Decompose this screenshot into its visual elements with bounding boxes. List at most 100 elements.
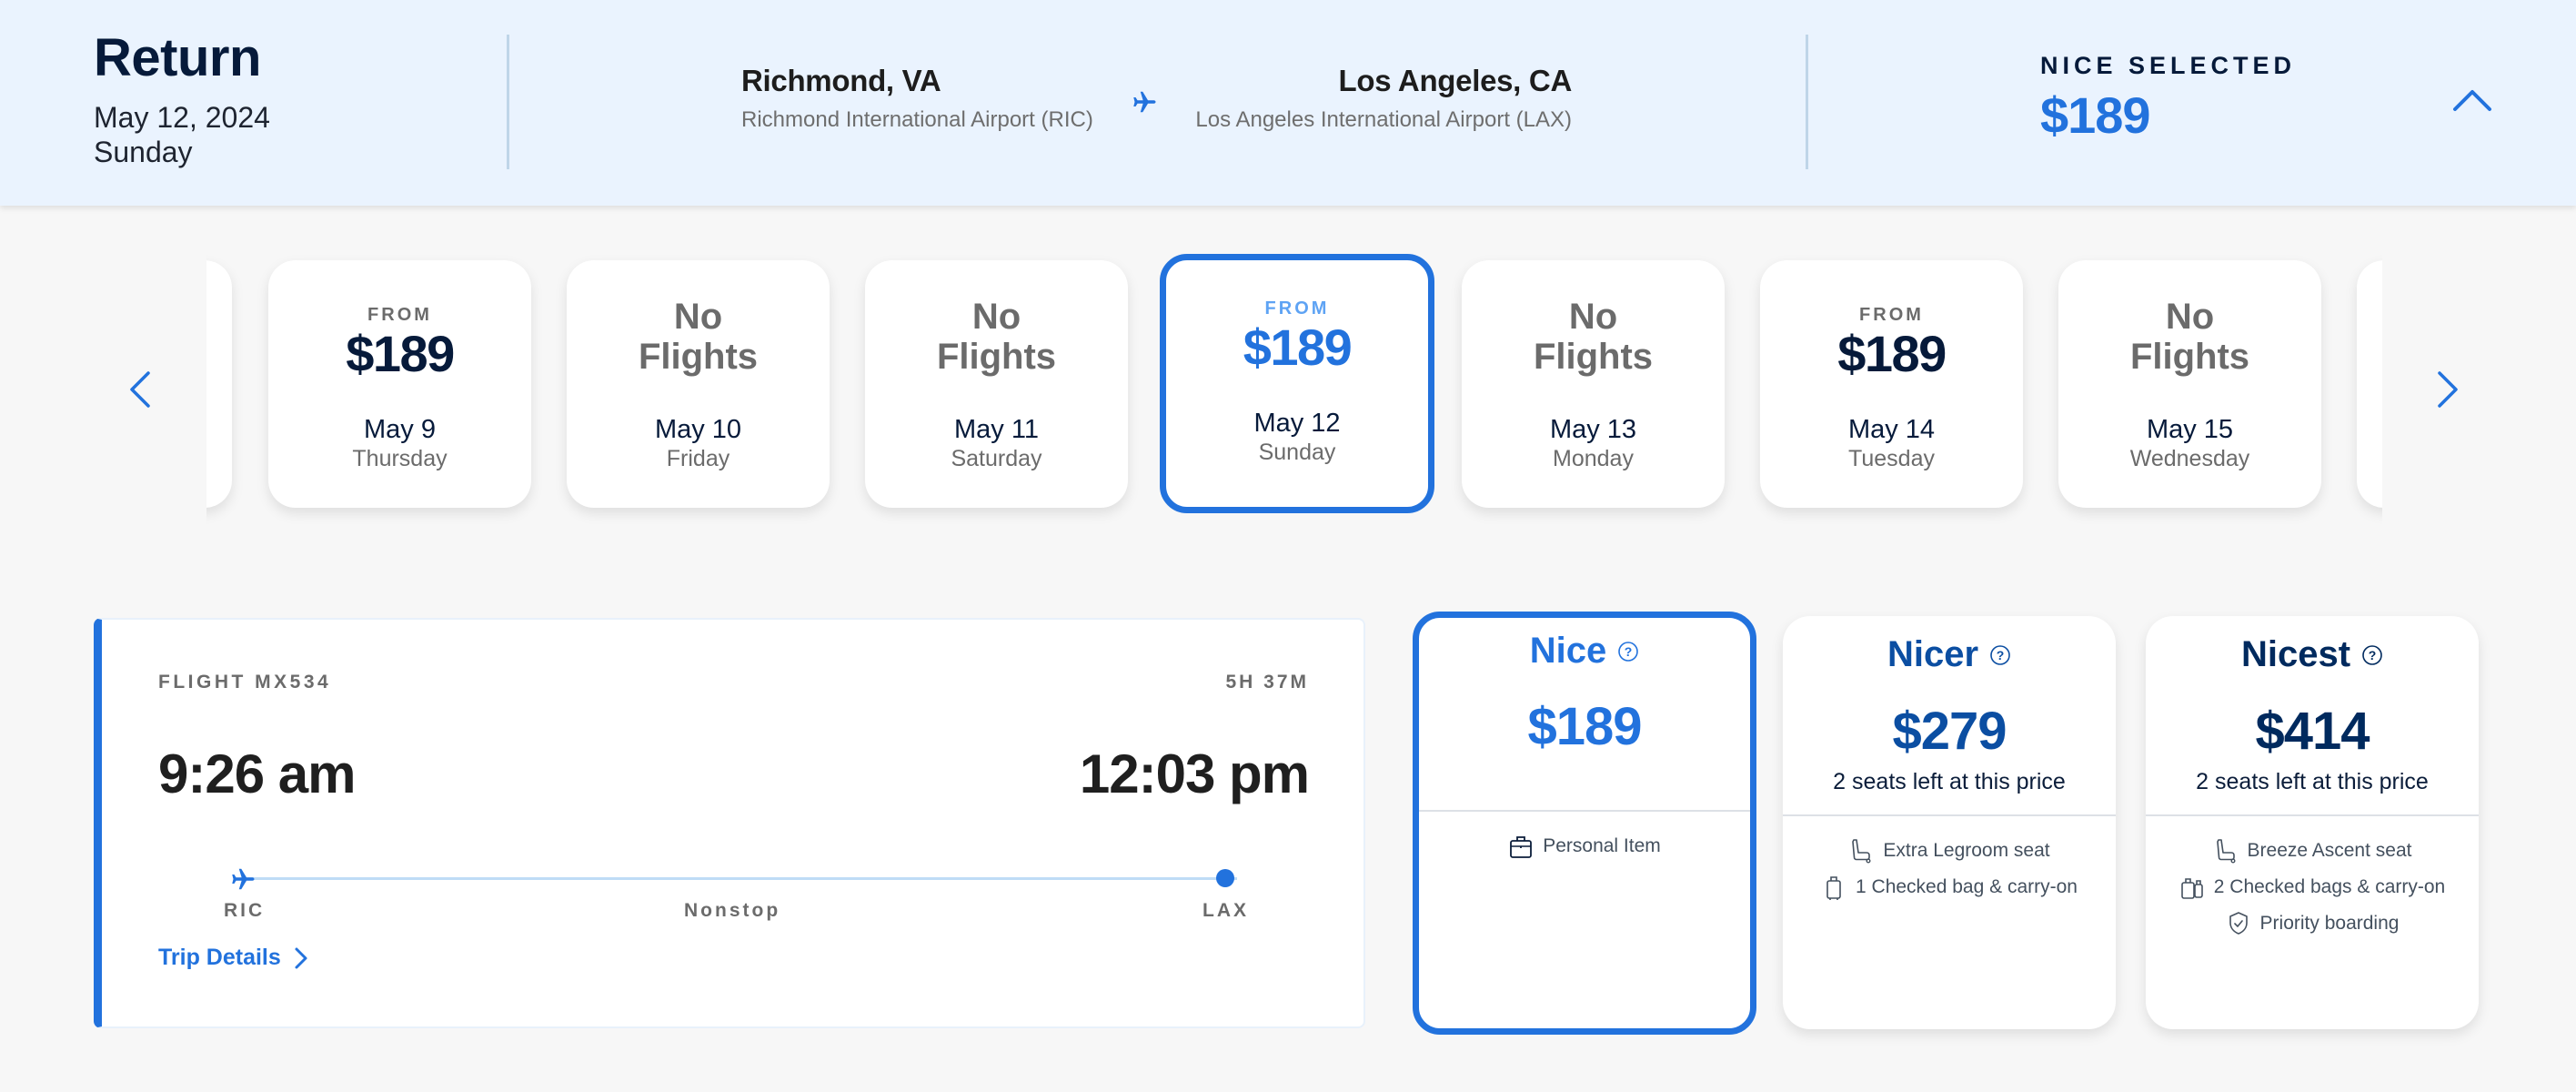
plane-icon [232,868,255,890]
fare-price: $279 [1892,702,2007,761]
day-card-partial[interactable] [2357,260,2382,508]
fare-feature: 2 Checked bags & carry-on [2146,869,2479,905]
header-divider [507,35,509,169]
day-price: $189 [1837,325,1947,382]
departure-time: 9:26 am [158,743,356,804]
fare-feature-label: 1 Checked bag & carry-on [1856,876,2078,897]
trip-header: Return May 12, 2024 Sunday Richmond, VA … [0,0,2576,206]
suitcase-icon [1826,876,1841,900]
destination-airport: Los Angeles International Airport (LAX) [1195,107,1572,132]
next-dates-button[interactable] [2429,364,2465,415]
flight-number: FLIGHT MX534 [158,672,332,693]
day-card[interactable]: No Flights May 13 Monday [1462,260,1725,508]
fare-divider [2146,814,2479,816]
fare-name: Nice ? [1419,631,1750,672]
date-carousel: FROM $189 May 9 Thursday No Flights May … [206,237,2382,537]
day-card[interactable]: No Flights May 11 Saturday [865,260,1128,508]
fare-divider [1419,810,1750,812]
day-price: $189 [346,325,455,382]
from-label: FROM [1859,305,1924,325]
day-date: May 11 [954,415,1039,444]
fare-features: Extra Legroom seat 1 Checked bag & carry… [1783,833,2116,905]
fare-feature: Extra Legroom seat [1783,833,2116,869]
return-date-text: May 12, 2024 [94,101,270,134]
two-suitcases-icon [2180,878,2203,899]
return-weekday: Sunday [94,136,193,168]
fare-card-nicer[interactable]: Nicer ? $279 2 seats left at this price … [1783,616,2116,1029]
day-weekday: Saturday [951,446,1042,471]
day-card-partial[interactable] [206,260,232,508]
seats-left: 2 seats left at this price [2196,769,2429,794]
fare-price: $189 [1527,697,1642,756]
chevron-right-icon [2438,371,2458,408]
help-icon[interactable]: ? [2361,644,2383,666]
day-weekday: Wednesday [2129,446,2250,471]
selected-fare-label: NICE SELECTED [2040,52,2297,79]
fare-feature: Breeze Ascent seat [2146,833,2479,869]
destination-dot [1216,869,1234,887]
help-icon[interactable]: ? [1989,644,2011,666]
day-price: $189 [1243,318,1353,376]
fare-name-text: Nicest [2240,634,2351,674]
fare-name-text: Nicer [1887,634,1979,674]
day-weekday: Tuesday [1848,446,1935,471]
day-weekday: Sunday [1258,440,1336,465]
destination: Los Angeles, CA Los Angeles Internationa… [1195,64,1572,133]
trip-details-label: Trip Details [158,945,281,970]
return-date: May 12, 2024 Sunday [94,100,270,169]
shield-check-icon [2229,912,2248,935]
day-weekday: Friday [666,446,730,471]
fare-name-text: Nice [1529,631,1607,671]
day-date: May 10 [654,415,742,444]
day-date: May 9 [364,415,436,444]
fare-features: Breeze Ascent seat 2 Checked bags & carr… [2146,833,2479,942]
no-flights-label: No Flights [638,297,759,377]
chevron-left-icon [130,371,150,408]
fare-card-nice[interactable]: Nice ? $189 Personal Item [1413,612,1756,1035]
day-date: May 15 [2146,415,2234,444]
day-weekday: Thursday [352,446,448,471]
flight-duration: 5H 37M [1225,672,1309,693]
help-icon[interactable]: ? [1617,641,1639,662]
fare-name: Nicer ? [1783,634,2116,675]
chevron-up-icon [2453,90,2491,111]
origin-airport: Richmond International Airport (RIC) [741,107,1093,132]
day-date: May 14 [1847,415,1936,444]
previous-dates-button[interactable] [123,364,159,415]
fare-price: $414 [2255,702,2370,761]
flight-card: FLIGHT MX534 5H 37M 9:26 am 12:03 pm RIC… [94,618,1365,1028]
collapse-button[interactable] [2447,80,2498,120]
svg-text:?: ? [2369,648,2377,662]
svg-text:?: ? [1625,644,1633,659]
seat-icon [2216,839,2236,864]
trip-details-link[interactable]: Trip Details [158,945,308,971]
day-card-selected[interactable]: FROM $189 May 12 Sunday [1160,254,1434,513]
day-card[interactable]: No Flights May 15 Wednesday [2058,260,2321,508]
destination-city: Los Angeles, CA [1338,64,1573,97]
fare-feature-label: 2 Checked bags & carry-on [2213,876,2446,897]
seat-icon [1852,839,1871,864]
from-label: FROM [1264,298,1330,318]
header-divider [1806,35,1808,169]
fare-divider [1783,814,2116,816]
page-title: Return [94,28,261,87]
stops-label: Nonstop [684,900,781,921]
arrival-time: 12:03 pm [1079,743,1310,804]
seats-left: 2 seats left at this price [1833,769,2066,794]
fare-name: Nicest ? [2146,634,2479,675]
no-flights-label: No Flights [2129,297,2250,377]
fare-feature-label: Priority boarding [2259,913,2400,934]
svg-text:?: ? [1997,648,2005,662]
no-flights-label: No Flights [936,297,1057,377]
day-card[interactable]: FROM $189 May 14 Tuesday [1760,260,2023,508]
origin-code: RIC [224,900,266,921]
fare-feature: Personal Item [1419,828,1750,864]
fare-feature-label: Personal Item [1543,835,1661,856]
fare-card-nicest[interactable]: Nicest ? $414 2 seats left at this price… [2146,616,2479,1029]
day-card[interactable]: No Flights May 10 Friday [567,260,830,508]
day-date: May 13 [1549,415,1637,444]
day-weekday: Monday [1553,446,1634,471]
from-label: FROM [367,305,432,325]
day-card[interactable]: FROM $189 May 9 Thursday [268,260,531,508]
no-flights-label: No Flights [1533,297,1654,377]
